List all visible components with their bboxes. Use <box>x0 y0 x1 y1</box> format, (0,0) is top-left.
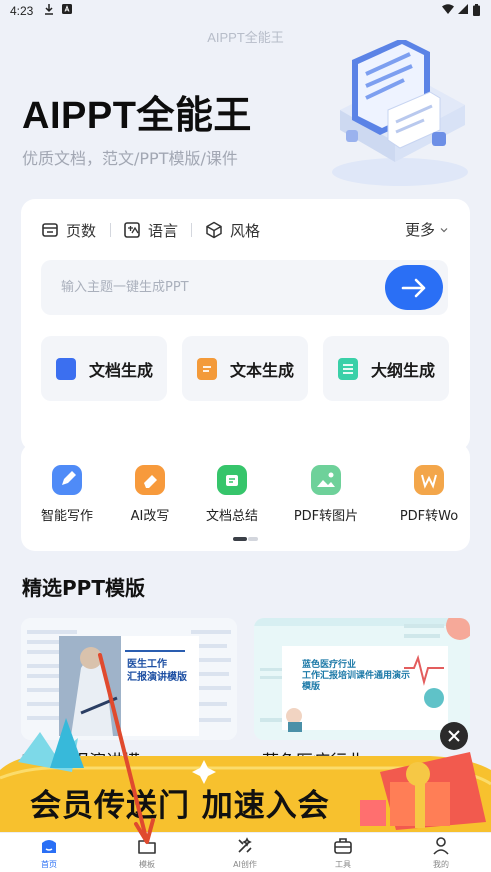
divider <box>110 223 111 237</box>
document-illustration-icon <box>332 40 468 186</box>
arrow-right-icon <box>401 278 426 297</box>
battery-icon <box>473 4 480 19</box>
page-indicator <box>233 537 259 541</box>
home-icon <box>42 840 56 853</box>
eraser-icon <box>135 465 165 495</box>
close-banner-button[interactable] <box>440 722 468 750</box>
tool-ai-rewrite[interactable]: AI改写 <box>110 465 190 524</box>
option-label: 页数 <box>66 221 97 240</box>
bottom-tab-bar: 首页 模板 AI创作 工具 我的 <box>0 832 491 872</box>
thumb-title-line: 汇报演讲模版 <box>127 672 187 683</box>
generate-submit-button[interactable] <box>385 265 443 310</box>
tool-label: 文档总结 <box>205 509 258 524</box>
button-label: 文档生成 <box>89 360 154 380</box>
generate-card: 页数 语言 风格 更多 文档生成 文本生成 大纲生成 <box>21 199 470 451</box>
tool-pdf-to-image[interactable]: PDF转图片 <box>286 465 366 524</box>
signal-icon <box>458 4 468 17</box>
tool-label: PDF转Wo <box>399 509 459 524</box>
tab-ai-create[interactable]: AI创作 <box>215 836 275 870</box>
option-label: 风格 <box>230 221 261 240</box>
banner-text: 会员传送门 加速入会 <box>30 788 330 824</box>
toolbox-icon <box>334 838 352 854</box>
option-page-count[interactable]: 页数 <box>41 219 96 241</box>
tool-label: PDF转图片 <box>293 509 359 524</box>
outline-generate-button[interactable]: 大纲生成 <box>323 336 449 401</box>
document-generate-button[interactable]: 文档生成 <box>41 336 167 401</box>
thumb-title-line: 医生工作 <box>127 659 167 670</box>
folder-outline-icon <box>138 840 156 854</box>
page-count-icon <box>41 221 59 239</box>
more-options-button[interactable]: 更多 <box>405 219 448 240</box>
hero-subtitle: 优质文档，范文/PPT模版/课件 <box>22 149 238 168</box>
button-label: 文本生成 <box>230 360 295 380</box>
thumb-title-line: 模版 <box>302 682 321 692</box>
tab-label: 首页 <box>41 860 57 869</box>
close-icon <box>448 730 460 742</box>
text-generate-button[interactable]: 文本生成 <box>182 336 308 401</box>
tool-doc-summary[interactable]: 文档总结 <box>192 465 272 524</box>
thumb-title-line: 工作汇报培训课件通用演示 <box>302 671 411 681</box>
tools-card: 智能写作 AI改写 文档总结 PDF转图片 PDF转Wo <box>21 443 470 551</box>
note-icon <box>197 357 217 380</box>
tab-label: 工具 <box>335 860 351 869</box>
status-time: 4:23 <box>10 4 34 18</box>
tab-label: 我的 <box>433 860 449 869</box>
tool-pdf-to-word[interactable]: PDF转Wo <box>389 465 469 524</box>
magic-wand-icon <box>238 837 252 853</box>
more-label: 更多 <box>404 221 435 239</box>
tab-home[interactable]: 首页 <box>19 836 79 870</box>
language-icon <box>123 221 141 239</box>
button-label: 大纲生成 <box>371 360 436 380</box>
option-label: 语言 <box>148 221 179 240</box>
tab-label: 模板 <box>139 860 155 869</box>
thumb-title-line: 蓝色医疗行业 <box>302 660 357 670</box>
app-notification-icon <box>62 4 72 17</box>
tab-profile[interactable]: 我的 <box>411 836 471 870</box>
status-bar: 4:23 <box>0 0 491 22</box>
thumb-title: 蓝色医疗行业 工作汇报培训课件通用演示 模版 <box>302 660 410 693</box>
wifi-icon <box>442 4 454 17</box>
option-language[interactable]: 语言 <box>123 219 178 241</box>
tab-label: AI创作 <box>233 860 257 869</box>
topic-search-box <box>41 260 448 315</box>
user-icon <box>433 837 449 855</box>
divider <box>191 223 192 237</box>
pdf-image-icon <box>311 465 341 495</box>
outline-list-icon <box>338 357 358 380</box>
page-dot-active <box>233 537 247 541</box>
tab-tools[interactable]: 工具 <box>313 836 373 870</box>
page-dot <box>248 537 258 541</box>
tool-smart-writing[interactable]: 智能写作 <box>27 465 107 524</box>
topic-input[interactable] <box>41 260 371 315</box>
section-title: 精选PPT模版 <box>22 576 145 600</box>
chevron-down-icon <box>440 227 448 232</box>
summary-icon <box>217 465 247 495</box>
tool-label: 智能写作 <box>40 509 93 524</box>
pen-icon <box>52 465 82 495</box>
style-cube-icon <box>205 221 223 239</box>
pdf-word-icon <box>414 465 444 495</box>
folder-icon <box>56 357 76 380</box>
tab-templates[interactable]: 模板 <box>117 836 177 870</box>
download-icon <box>44 4 54 18</box>
thumb-title: 医生工作 汇报演讲模版 <box>127 658 187 684</box>
tool-label: AI改写 <box>130 509 170 524</box>
hero-title: AIPPT全能王 <box>22 95 252 137</box>
option-style[interactable]: 风格 <box>205 219 260 241</box>
